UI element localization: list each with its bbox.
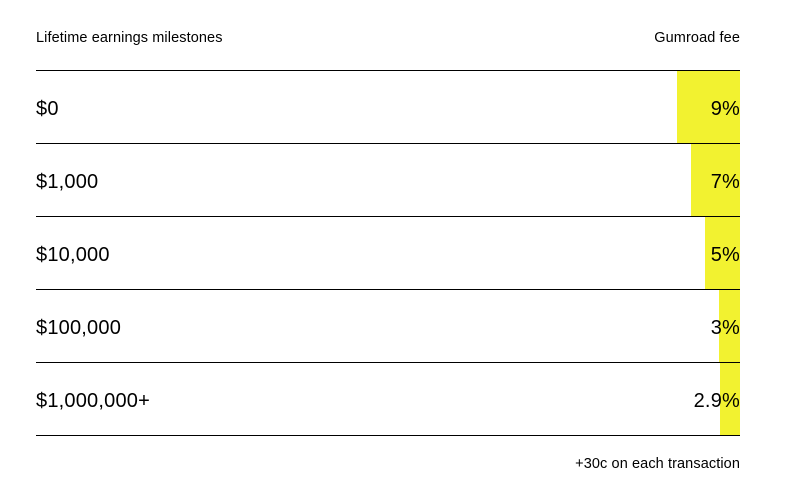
fee-row: $1,000,000+ 2.9% [36, 363, 740, 436]
fee-row: $100,000 3% [36, 290, 740, 363]
transaction-footnote: +30c on each transaction [575, 456, 740, 472]
fee-row: $0 9% [36, 71, 740, 144]
fee-percentage: 3% [710, 317, 740, 339]
milestones-column-header: Lifetime earnings milestones [36, 30, 223, 46]
fee-percentage: 5% [710, 244, 740, 266]
milestone-amount: $0 [36, 98, 59, 120]
milestone-amount: $1,000 [36, 171, 99, 193]
fee-percentage: 9% [710, 98, 740, 120]
milestone-amount: $100,000 [36, 317, 122, 339]
fee-row: $1,000 7% [36, 144, 740, 217]
milestone-amount: $1,000,000+ [36, 390, 150, 412]
fee-table: $0 9% $1,000 7% $10,000 5% $100,000 3% $… [36, 70, 740, 436]
fee-percentage: 7% [710, 171, 740, 193]
fee-row: $10,000 5% [36, 217, 740, 290]
fee-column-header: Gumroad fee [654, 30, 740, 46]
milestone-amount: $10,000 [36, 244, 110, 266]
fee-table-header: Lifetime earnings milestones Gumroad fee [36, 30, 740, 52]
fee-percentage: 2.9% [693, 390, 740, 412]
